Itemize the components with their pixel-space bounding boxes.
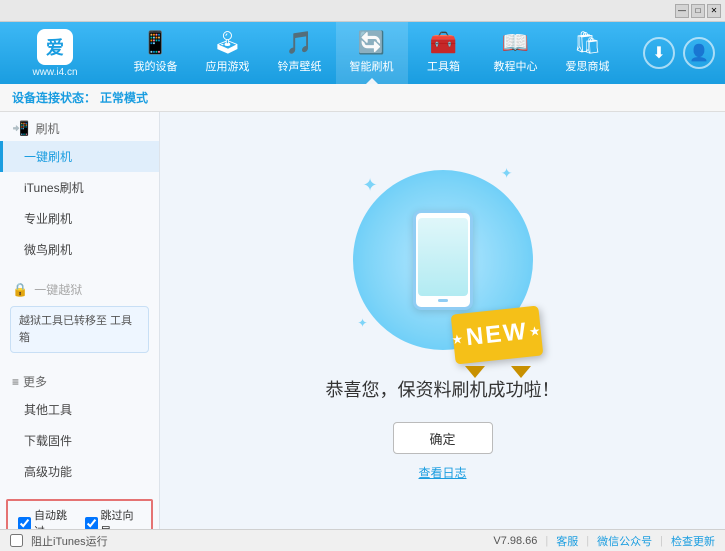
toolbox-icon: 🧰: [430, 32, 457, 54]
bottom-bar-divider-2: |: [586, 535, 589, 547]
download-firmware-label: 下载固件: [24, 434, 72, 448]
flash-section-label: 刷机: [35, 120, 59, 137]
window-controls[interactable]: — □ ✕: [675, 4, 721, 18]
jailbreak-notice: 越狱工具已转移至 工具箱: [10, 306, 149, 353]
checkbox-row: 自动跳过 跳过向导: [6, 499, 153, 529]
ribbon-tail-left: [465, 366, 485, 378]
smart-flash-icon: 🔄: [358, 32, 385, 54]
maximize-button[interactable]: □: [691, 4, 705, 18]
logo-url: www.i4.cn: [32, 67, 77, 78]
jailbreak-section-title: 🔒 一键越狱: [0, 273, 159, 302]
bottom-bar: 阻止iTunes运行 V7.98.66 | 客服 | 微信公众号 | 检查更新: [0, 529, 725, 551]
success-text: 恭喜您，保资料刷机成功啦！: [326, 376, 560, 402]
tutorials-icon: 📖: [502, 32, 529, 54]
nav-item-my-device[interactable]: 📱 我的设备: [120, 22, 192, 84]
new-badge-shape: ★ NEW ★: [450, 306, 543, 365]
my-device-icon: 📱: [142, 32, 169, 54]
nav-label-tutorials: 教程中心: [494, 58, 538, 74]
blog-link[interactable]: 查看日志: [418, 464, 466, 481]
sparkle-icon-1: ✦: [363, 175, 378, 196]
nav-label-toolbox: 工具箱: [427, 58, 460, 74]
nav-right: ⬇ 👤: [643, 37, 715, 69]
minimize-button[interactable]: —: [675, 4, 689, 18]
sidebar-item-itunes-flash[interactable]: iTunes刷机: [0, 172, 159, 203]
content-area: ✦ ✦ ✦ ★ NEW ★ 恭喜您，保资料刷机成功啦！ 确定 查看: [160, 112, 725, 529]
nav-label-my-device: 我的设备: [134, 58, 178, 74]
service-link[interactable]: 客服: [556, 533, 578, 549]
ringtones-icon: 🎵: [286, 32, 313, 54]
nav-items: 📱 我的设备 🕹 应用游戏 🎵 铃声壁纸 🔄 智能刷机 🧰 工具箱 📖 教程中心…: [100, 22, 643, 84]
star-left-icon: ★: [451, 332, 464, 346]
nav-item-toolbox[interactable]: 🧰 工具箱: [408, 22, 480, 84]
new-ribbon: ★ NEW ★: [453, 310, 543, 370]
stop-itunes-label: 阻止iTunes运行: [31, 533, 108, 549]
version-label: V7.98.66: [493, 535, 537, 547]
phone-screen: [418, 218, 468, 296]
bottom-bar-divider-3: |: [660, 535, 663, 547]
auto-dismiss-checkbox-label[interactable]: 自动跳过: [18, 507, 75, 529]
confirm-button[interactable]: 确定: [393, 422, 493, 454]
bottom-bar-divider-1: |: [545, 535, 548, 547]
apps-games-icon: 🕹: [214, 32, 242, 54]
more-icon: ≡: [12, 375, 19, 389]
jailbreak-notice-text: 越狱工具已转移至 工具箱: [19, 315, 132, 344]
sidebar: 📲 刷机 一键刷机 iTunes刷机 专业刷机 微鸟刷机 🔒 一键越狱 越狱工具…: [0, 112, 160, 529]
phone-home-btn: [438, 299, 448, 302]
download-button[interactable]: ⬇: [643, 37, 675, 69]
navbar: 爱 www.i4.cn 📱 我的设备 🕹 应用游戏 🎵 铃声壁纸 🔄 智能刷机 …: [0, 22, 725, 84]
logo-area: 爱 www.i4.cn: [10, 29, 100, 78]
auto-dismiss-label: 自动跳过: [34, 507, 75, 529]
sparkle-icon-3: ✦: [358, 316, 368, 330]
logo-icon: 爱: [37, 29, 73, 65]
other-tools-label: 其他工具: [24, 403, 72, 417]
user-button[interactable]: 👤: [683, 37, 715, 69]
flash-section-icon: 📲: [12, 120, 29, 137]
sidebar-item-pro-flash[interactable]: 专业刷机: [0, 203, 159, 234]
pro-flash-label: 专业刷机: [24, 212, 72, 226]
sidebar-item-show-flash[interactable]: 微鸟刷机: [0, 234, 159, 265]
nav-item-shop[interactable]: 🛍 爱思商城: [552, 22, 624, 84]
nav-label-shop: 爱思商城: [566, 58, 610, 74]
status-bar: 设备连接状态： 正常模式: [0, 84, 725, 112]
new-badge-text: NEW: [464, 318, 529, 352]
wechat-link[interactable]: 微信公众号: [597, 533, 652, 549]
nav-label-smart-flash: 智能刷机: [350, 58, 394, 74]
check-update-link[interactable]: 检查更新: [671, 533, 715, 549]
shop-icon: 🛍: [574, 32, 602, 54]
jailbreak-label: 一键越狱: [34, 281, 82, 298]
ribbon-tail-right: [511, 366, 531, 378]
nav-item-smart-flash[interactable]: 🔄 智能刷机: [336, 22, 408, 84]
phone-body: [413, 210, 473, 310]
flash-section-title: 📲 刷机: [0, 112, 159, 141]
main-area: 📲 刷机 一键刷机 iTunes刷机 专业刷机 微鸟刷机 🔒 一键越狱 越狱工具…: [0, 112, 725, 529]
nav-label-apps-games: 应用游戏: [206, 58, 250, 74]
nav-label-ringtones: 铃声壁纸: [278, 58, 322, 74]
advanced-label: 高级功能: [24, 465, 72, 479]
nav-item-tutorials[interactable]: 📖 教程中心: [480, 22, 552, 84]
close-button[interactable]: ✕: [707, 4, 721, 18]
skip-wizard-label: 跳过向导: [101, 507, 142, 529]
more-section-title: ≡ 更多: [0, 365, 159, 394]
show-flash-label: 微鸟刷机: [24, 243, 72, 257]
sidebar-item-advanced[interactable]: 高级功能: [0, 456, 159, 487]
lock-icon: 🔒: [12, 282, 28, 298]
sparkle-icon-2: ✦: [501, 165, 513, 182]
stop-itunes-checkbox[interactable]: [10, 534, 23, 547]
status-value: 正常模式: [100, 89, 148, 106]
phone-illustration: ✦ ✦ ✦ ★ NEW ★: [343, 160, 543, 360]
title-bar: — □ ✕: [0, 0, 725, 22]
one-click-flash-label: 一键刷机: [24, 150, 72, 164]
logo-icon-text: 爱: [46, 34, 64, 60]
sidebar-item-one-click-flash[interactable]: 一键刷机: [0, 141, 159, 172]
status-label: 设备连接状态：: [12, 89, 96, 106]
new-ribbon-container: ★ NEW ★: [453, 310, 543, 370]
more-label: 更多: [23, 373, 47, 390]
sidebar-item-download-firmware[interactable]: 下载固件: [0, 425, 159, 456]
itunes-flash-label: iTunes刷机: [24, 181, 84, 195]
sidebar-item-other-tools[interactable]: 其他工具: [0, 394, 159, 425]
nav-item-apps-games[interactable]: 🕹 应用游戏: [192, 22, 264, 84]
star-right-icon: ★: [529, 324, 542, 338]
skip-wizard-checkbox-label[interactable]: 跳过向导: [85, 507, 142, 529]
nav-item-ringtones[interactable]: 🎵 铃声壁纸: [264, 22, 336, 84]
